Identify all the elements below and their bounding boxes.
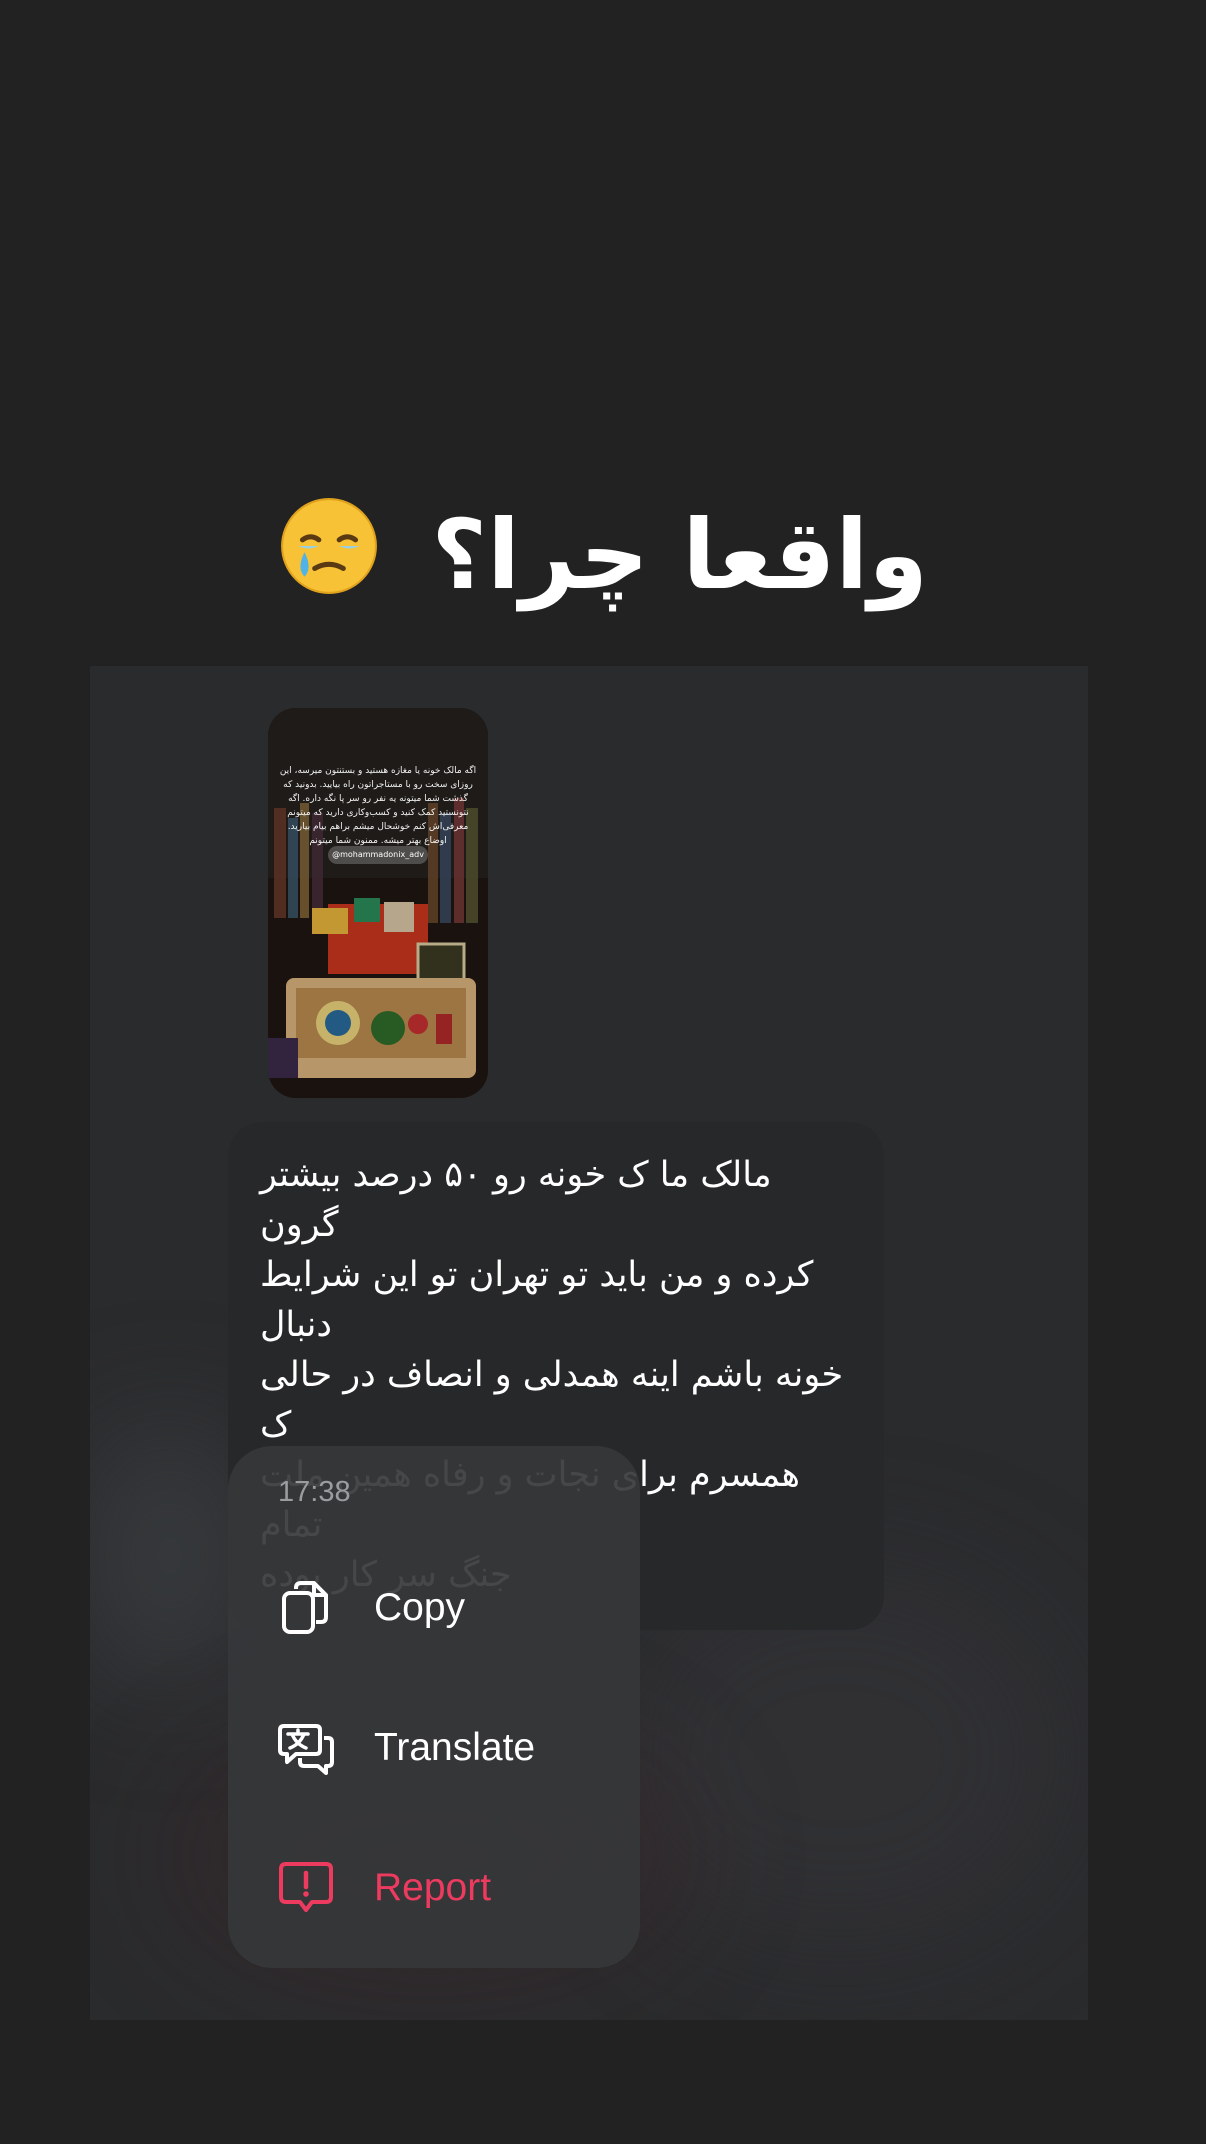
report-label: Report [374,1866,492,1909]
headline-text: واقعا چرا؟ [431,499,928,611]
headline: واقعا چرا؟ [0,490,1206,629]
face-holding-back-tears-icon [278,495,380,629]
translate-icon [278,1720,334,1776]
shared-story-thumbnail[interactable]: اگه مالک خونه یا مغازه هستید و بستنتون م… [268,708,488,1098]
copy-menu-item[interactable]: Copy [278,1568,465,1648]
translate-label: Translate [374,1726,536,1769]
copy-label: Copy [374,1586,466,1629]
copy-icon [278,1580,334,1636]
translate-menu-item[interactable]: Translate [278,1708,535,1788]
message-timestamp: 17:38 [278,1476,351,1508]
chat-screenshot: اگه مالک خونه یا مغازه هستید و بستنتون م… [90,666,1088,2020]
story-username-tag: @mohammadonix_adv [328,846,428,864]
report-menu-item[interactable]: Report [278,1848,491,1928]
report-icon [278,1860,334,1916]
story-overlay-text: اگه مالک خونه یا مغازه هستید و بستنتون م… [279,766,477,846]
background-glow [90,1426,250,1686]
message-context-menu: 17:38 Copy Translate Report [228,1446,640,1968]
